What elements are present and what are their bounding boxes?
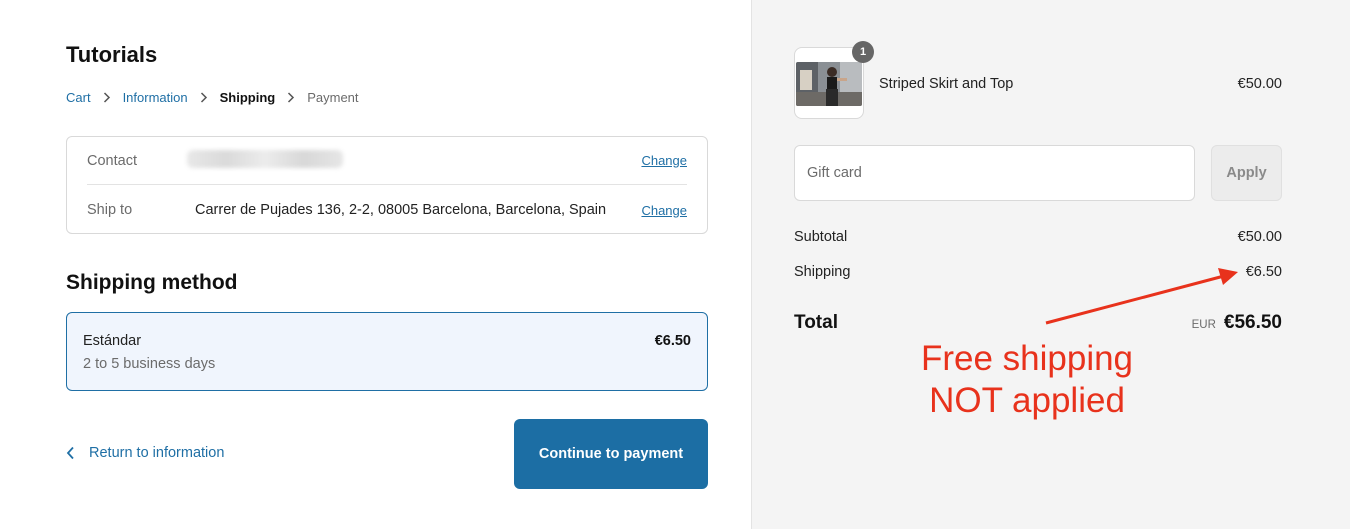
apply-button[interactable]: Apply: [1211, 145, 1282, 201]
chevron-right-icon: [200, 92, 208, 103]
total-value: €56.50: [1223, 312, 1282, 333]
continue-to-payment-button[interactable]: Continue to payment: [514, 419, 708, 489]
review-box: Contact Change Ship to Carrer de Pujades…: [66, 136, 708, 234]
quantity-badge: 1: [852, 41, 874, 63]
contact-label: Contact: [87, 152, 137, 169]
currency-code: EUR: [1191, 319, 1216, 331]
contact-value: [187, 149, 641, 172]
store-title: Tutorials: [66, 42, 158, 67]
shipping-label: Shipping: [794, 264, 851, 280]
product-price: €50.00: [1237, 76, 1282, 92]
order-summary: 1 Striped Skirt and Top €50.00 Apply Sub…: [751, 0, 1350, 529]
subtotal-label: Subtotal: [794, 229, 848, 245]
breadcrumb-shipping: Shipping: [219, 90, 276, 105]
annotation-line-2: NOT applied: [929, 381, 1125, 420]
product-thumbnail: 1: [794, 41, 874, 119]
product-image: [796, 62, 862, 106]
subtotal-value: €50.00: [1237, 229, 1282, 245]
ship-to-address: Carrer de Pujades 136, 2-2, 08005 Barcel…: [195, 202, 607, 218]
change-contact-link[interactable]: Change: [641, 153, 687, 168]
return-to-information-link[interactable]: Return to information: [66, 445, 224, 461]
chevron-left-icon: [66, 446, 75, 460]
redacted-email: [187, 149, 343, 168]
shipping-row: Shipping €6.50: [794, 264, 1282, 280]
shipping-option-name: Estándar: [83, 333, 142, 349]
product-name: Striped Skirt and Top: [879, 76, 1014, 92]
return-label: Return to information: [89, 445, 225, 461]
total-label: Total: [794, 312, 838, 333]
breadcrumb-information[interactable]: Information: [123, 90, 188, 105]
total-amount: EUR €56.50: [1192, 312, 1282, 334]
shipping-option-estandar[interactable]: Estándar 2 to 5 business days €6.50: [66, 312, 708, 391]
breadcrumb: Cart Information Shipping Payment: [66, 90, 359, 105]
shipping-method-title: Shipping method: [66, 271, 238, 294]
chevron-right-icon: [287, 92, 295, 103]
ship-to-label: Ship to: [87, 202, 133, 218]
shipping-value: €6.50: [1245, 264, 1282, 280]
chevron-right-icon: [103, 92, 111, 103]
ship-to-row: Ship to Carrer de Pujades 136, 2-2, 0800…: [87, 186, 687, 234]
annotation-line-1: Free shipping: [920, 339, 1134, 378]
annotation-text: Free shipping NOT applied: [892, 338, 1162, 422]
shipping-option-description: 2 to 5 business days: [83, 356, 216, 372]
change-address-link[interactable]: Change: [641, 203, 687, 218]
subtotal-row: Subtotal €50.00: [794, 229, 1282, 245]
checkout-main: Tutorials Cart Information Shipping Paym…: [0, 0, 751, 529]
shipping-option-price: €6.50: [654, 333, 691, 349]
contact-row: Contact Change: [87, 137, 687, 185]
breadcrumb-payment: Payment: [307, 90, 359, 105]
breadcrumb-cart[interactable]: Cart: [66, 90, 91, 105]
gift-card-input[interactable]: [794, 145, 1195, 201]
